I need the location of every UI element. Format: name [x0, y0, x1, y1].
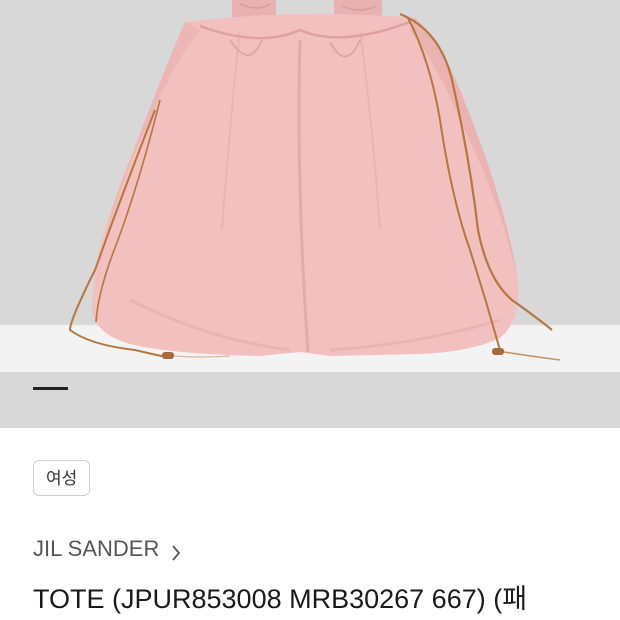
product-image-carousel[interactable]	[0, 0, 620, 428]
gender-tag[interactable]: 여성	[33, 460, 91, 496]
brand-name: JIL SANDER	[33, 536, 160, 561]
product-image	[0, 0, 620, 428]
product-title: TOTE (JPUR853008 MRB30267 667) (패	[33, 584, 528, 614]
product-info: 여성 JIL SANDER TOTE (JPUR853008 MRB30267 …	[0, 428, 620, 620]
carousel-pager-indicator	[33, 387, 68, 390]
chevron-right-icon	[171, 541, 181, 561]
brand-link[interactable]: JIL SANDER	[33, 536, 181, 562]
